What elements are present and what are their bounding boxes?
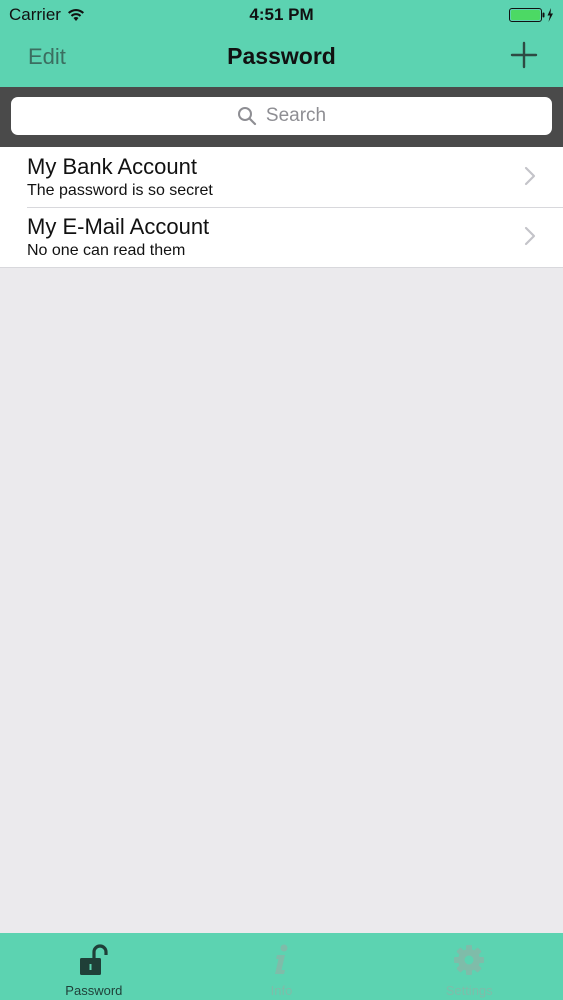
tab-bar: Password Info Settings bbox=[0, 933, 563, 1000]
page-title: Password bbox=[227, 43, 336, 69]
list-item[interactable]: My E-Mail Account No one can read them bbox=[0, 207, 563, 267]
tab-label: Settings bbox=[445, 983, 493, 998]
tab-info[interactable]: Info bbox=[188, 933, 376, 1000]
search-input[interactable]: Search bbox=[11, 97, 552, 135]
gear-icon bbox=[454, 945, 485, 975]
chevron-right-icon bbox=[524, 166, 536, 186]
chevron-right-icon bbox=[524, 226, 536, 246]
list-item[interactable]: My Bank Account The password is so secre… bbox=[0, 147, 563, 207]
navigation-bar: Edit Password bbox=[0, 30, 563, 87]
tab-settings[interactable]: Settings bbox=[375, 933, 563, 1000]
battery-indicator bbox=[509, 7, 555, 23]
list-item-subtitle: The password is so secret bbox=[27, 182, 213, 199]
search-icon bbox=[237, 107, 256, 126]
tab-password[interactable]: Password bbox=[0, 933, 188, 1000]
status-bar: Carrier 4:51 PM bbox=[0, 0, 563, 30]
search-bar: Search bbox=[0, 87, 563, 147]
list-item-subtitle: No one can read them bbox=[27, 242, 186, 259]
tab-label: Password bbox=[65, 983, 123, 998]
battery-charging-icon bbox=[509, 8, 553, 22]
search-placeholder: Search bbox=[265, 105, 327, 126]
plus-icon[interactable] bbox=[509, 40, 539, 70]
tab-label: Info bbox=[270, 983, 293, 998]
list-item-title: My Bank Account bbox=[27, 154, 197, 179]
unlocked-padlock-icon bbox=[79, 944, 108, 975]
account-list: My Bank Account The password is so secre… bbox=[0, 147, 563, 268]
status-time: 4:51 PM bbox=[249, 5, 314, 24]
top-bar: Carrier 4:51 PM Edit Password bbox=[0, 0, 563, 87]
info-icon bbox=[274, 944, 287, 974]
list-item-title: My E-Mail Account bbox=[27, 214, 210, 239]
